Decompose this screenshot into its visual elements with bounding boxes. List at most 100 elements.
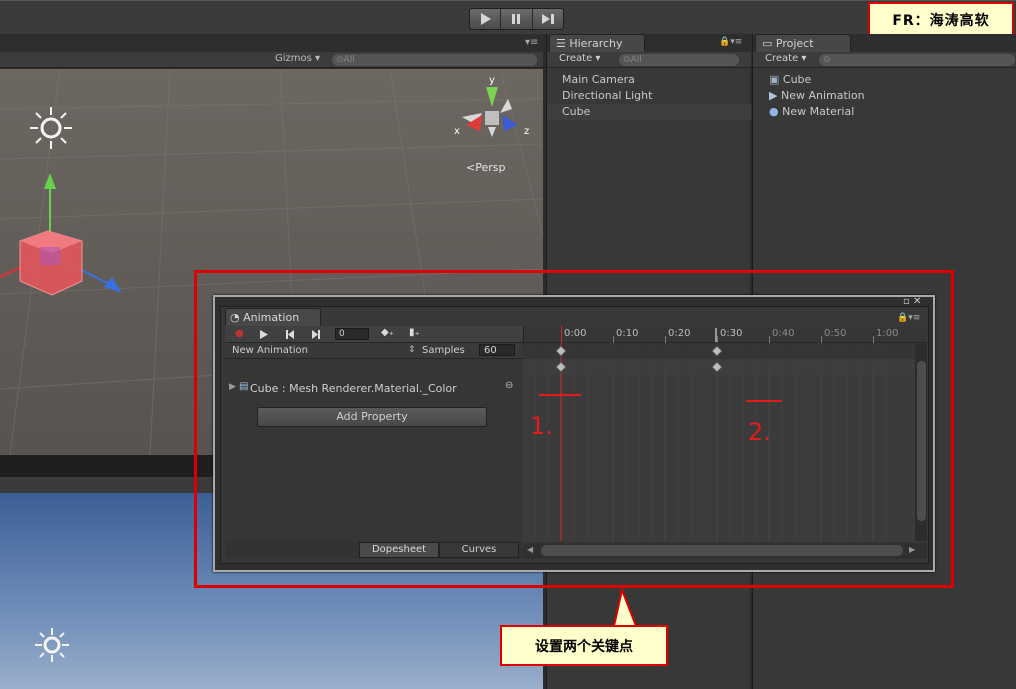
animation-window: ▫ ✕ ◔ Animation 🔒▾≡ ● 0 ◆₊ ▮₊ 0:00 0:10 0:…	[213, 295, 935, 572]
cube-object[interactable]	[0, 169, 140, 309]
ruler-tick-mark	[873, 336, 874, 343]
add-keyframe-button[interactable]: ◆₊	[381, 327, 394, 338]
pause-icon	[512, 14, 521, 24]
horizontal-scroll-thumb[interactable]	[541, 545, 903, 556]
tab-hierarchy[interactable]: ☰ Hierarchy	[549, 34, 645, 52]
persp-label[interactable]: <Persp	[466, 161, 505, 174]
ruler-tick-label: 0:30	[720, 328, 743, 339]
directional-light-icon[interactable]	[28, 105, 74, 151]
annotation-mark-2: 2.	[748, 418, 771, 446]
scene-toolbar: Gizmos ▾ ⊙All	[0, 52, 543, 68]
vertical-scroll-thumb[interactable]	[917, 361, 926, 521]
axis-z-label: z	[524, 126, 529, 137]
clip-dropdown-arrow-icon[interactable]: ⇕	[408, 345, 416, 355]
hierarchy-create-label: Create	[559, 53, 593, 64]
scene-search-input[interactable]: ⊙All	[332, 54, 537, 66]
anim-play-icon[interactable]	[259, 329, 269, 340]
playback-controls	[469, 8, 564, 30]
scroll-right-icon[interactable]: ▶	[909, 545, 915, 554]
animation-window-body: ◔ Animation 🔒▾≡ ● 0 ◆₊ ▮₊ 0:00 0:10 0:20 0:…	[220, 306, 929, 564]
project-tab-label: Project	[775, 37, 814, 50]
project-item[interactable]: ▶ New Animation	[753, 88, 1016, 104]
material-icon: ●	[769, 105, 783, 118]
samples-field[interactable]: 60	[479, 344, 515, 356]
hierarchy-item[interactable]: Main Camera	[547, 72, 751, 88]
orientation-gizmo[interactable]: y x z	[452, 73, 534, 143]
project-item-label: New Animation	[780, 89, 865, 102]
project-create-button[interactable]: Create ▾	[765, 53, 806, 64]
hierarchy-create-button[interactable]: Create ▾	[559, 53, 600, 64]
game-light-icon	[35, 628, 69, 662]
ruler-tick-mark	[717, 336, 718, 343]
hierarchy-search-input[interactable]: ⊙All	[619, 54, 739, 66]
ruler-tick-label: 0:40	[772, 328, 795, 339]
hierarchy-item-selected[interactable]: Cube	[547, 104, 751, 120]
property-name: Cube : Mesh Renderer.Material._Color	[250, 382, 457, 395]
project-create-label: Create	[765, 53, 799, 64]
play-button[interactable]	[470, 9, 502, 29]
hierarchy-tab-label: Hierarchy	[569, 37, 623, 50]
samples-label: Samples	[422, 345, 465, 356]
play-icon	[481, 13, 492, 25]
pause-button[interactable]	[501, 9, 533, 29]
ruler-tick-mark	[665, 336, 666, 343]
add-event-button[interactable]: ▮₊	[409, 327, 420, 338]
ruler-tick-label: 0:50	[824, 328, 847, 339]
axis-x-label: x	[454, 126, 460, 137]
record-button[interactable]: ●	[235, 328, 244, 339]
ruler-tick-mark	[821, 336, 822, 343]
scene-tabstrip: ▾≡	[0, 34, 543, 52]
animation-tab-label: Animation	[243, 311, 300, 324]
property-row[interactable]: ▶ ▤ Cube : Mesh Renderer.Material._Color…	[225, 380, 523, 397]
ruler-tick-label: 0:20	[668, 328, 691, 339]
animation-toolbar: ● 0 ◆₊ ▮₊	[225, 326, 523, 343]
hierarchy-tabstrip: ☰ Hierarchy 🔒▾≡	[547, 34, 751, 52]
ruler-divider	[523, 326, 524, 343]
playhead-ruler-marker[interactable]	[561, 326, 562, 343]
clip-dropdown[interactable]: New Animation	[232, 345, 308, 356]
horizontal-scrollbar[interactable]: ◀ ▶	[523, 543, 927, 559]
scroll-left-icon[interactable]: ◀	[527, 545, 533, 554]
project-item[interactable]: ▣ Cube	[753, 72, 1016, 88]
callout-box: 设置两个关键点	[500, 625, 668, 666]
lock-icon[interactable]: 🔒▾≡	[719, 37, 742, 47]
project-item[interactable]: ● New Material	[753, 104, 1016, 120]
animation-panel-menu-icon[interactable]: 🔒▾≡	[897, 313, 920, 323]
vertical-scrollbar[interactable]	[915, 343, 927, 541]
axis-y-label: y	[489, 75, 495, 86]
clip-row: New Animation ⇕ Samples 60	[225, 343, 523, 359]
frame-field[interactable]: 0	[335, 328, 369, 340]
dopesheet-grid[interactable]	[523, 343, 915, 541]
watermark-title: FR：海涛高软	[868, 2, 1014, 38]
expand-arrow-icon[interactable]: ▶	[229, 382, 236, 392]
ruler-tick-label: 1:00	[876, 328, 899, 339]
step-button[interactable]	[533, 9, 563, 29]
animation-clip-icon: ▶	[769, 89, 781, 102]
gizmos-dropdown[interactable]: Gizmos ▾	[275, 53, 320, 64]
dopesheet-tab[interactable]: Dopesheet	[359, 542, 439, 558]
annotation-mark-1: 1.	[530, 412, 553, 440]
clock-icon: ◔	[230, 311, 244, 324]
ruler-tick-label: 0:00	[564, 328, 587, 339]
clip-name: New Animation	[232, 345, 308, 356]
view-mode-bar: Dopesheet Curves	[225, 541, 523, 559]
gizmos-label: Gizmos	[275, 53, 312, 64]
hierarchy-item[interactable]: Directional Light	[547, 88, 751, 104]
project-list: ▣ Cube ▶ New Animation ● New Material	[753, 72, 1016, 120]
panel-menu-icon[interactable]: ▾≡	[525, 37, 538, 48]
prev-key-icon[interactable]	[285, 329, 295, 340]
hierarchy-toolbar: Create ▾ ⊙All	[547, 52, 751, 68]
tab-project[interactable]: ▭ Project	[755, 34, 851, 52]
tab-animation[interactable]: ◔ Animation	[225, 308, 321, 326]
annotation-underline-1	[539, 394, 581, 396]
project-item-label: Cube	[782, 73, 812, 86]
step-icon	[541, 14, 554, 24]
timeline-ruler[interactable]: 0:00 0:10 0:20 0:30 0:40 0:50 1:00	[523, 326, 927, 343]
add-property-button[interactable]: Add Property	[257, 407, 487, 427]
property-list: ▶ ▤ Cube : Mesh Renderer.Material._Color…	[225, 359, 523, 541]
next-key-icon[interactable]	[311, 329, 321, 340]
project-search-input[interactable]: ⊙	[819, 54, 1015, 66]
property-options-icon[interactable]: ⊖	[505, 380, 513, 391]
curves-tab[interactable]: Curves	[439, 542, 519, 558]
main-toolbar	[0, 0, 1016, 34]
